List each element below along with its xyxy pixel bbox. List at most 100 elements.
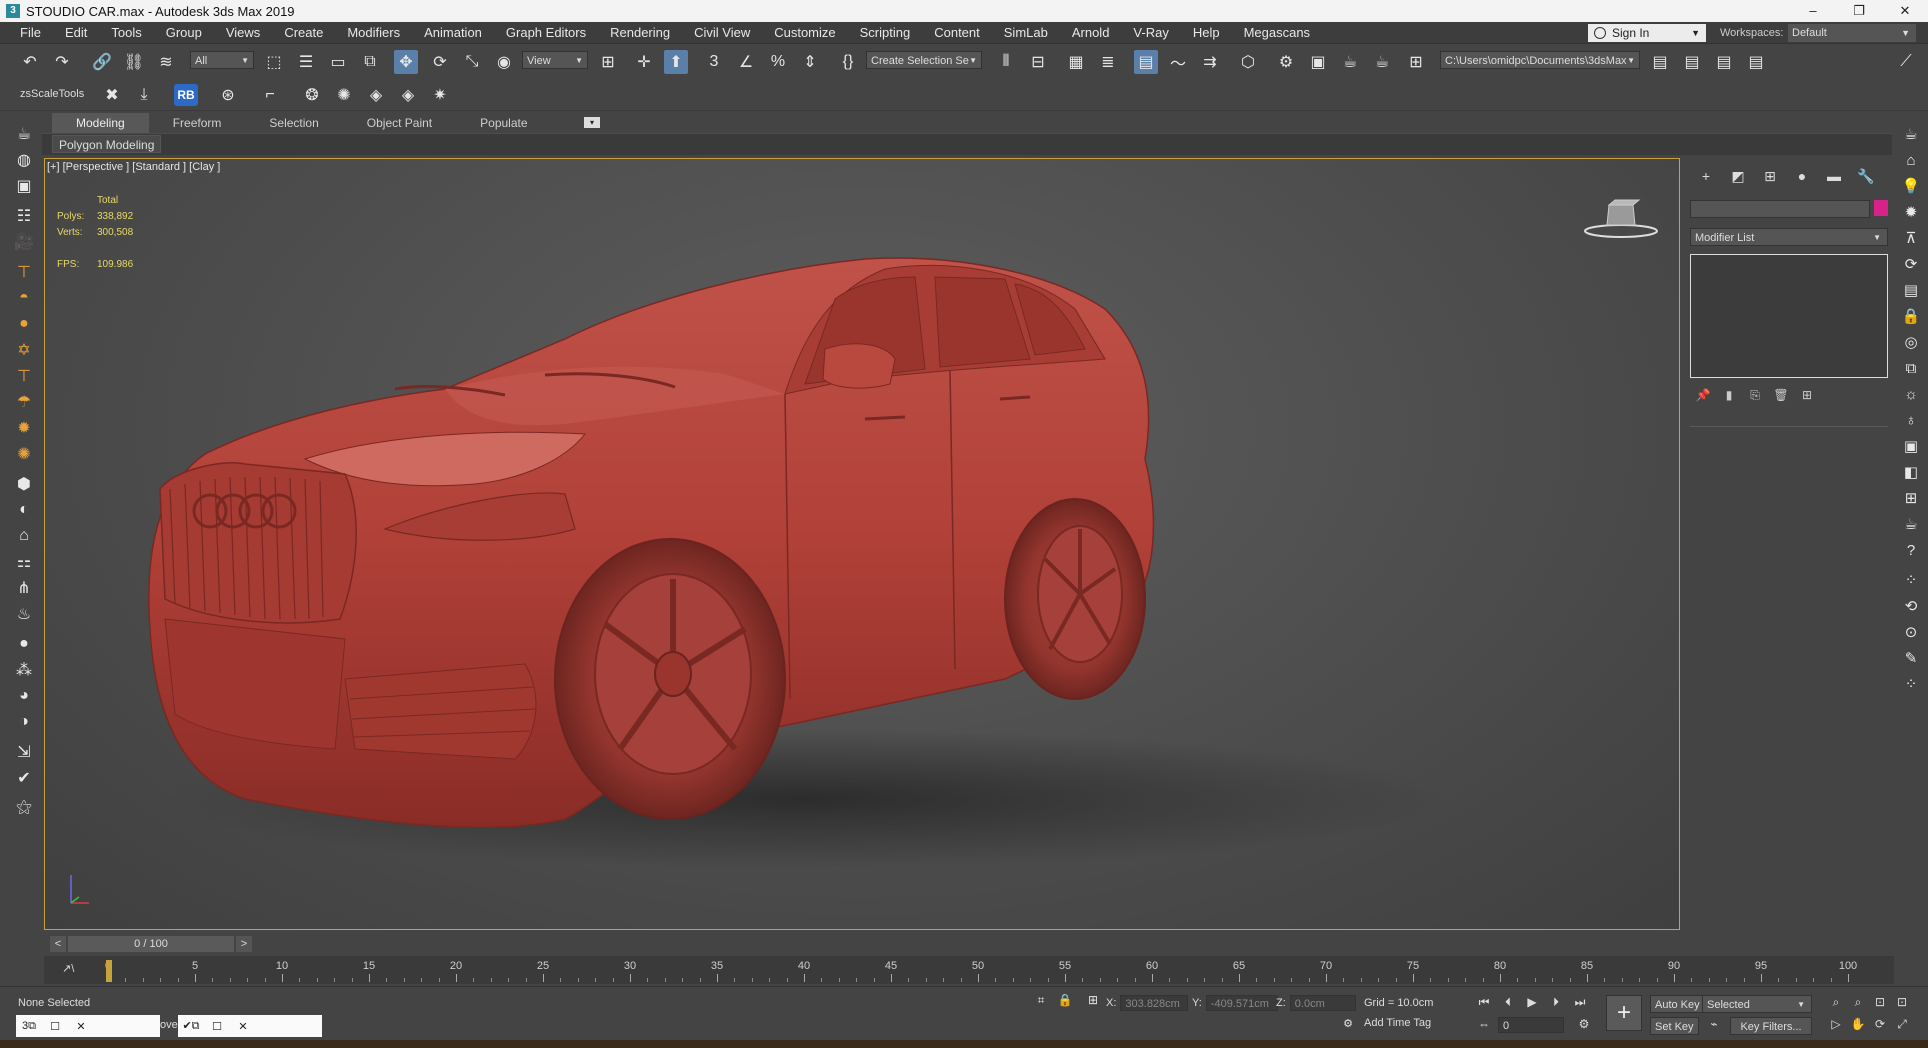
sign-in-dropdown[interactable]: Sign In ▼ <box>1588 24 1706 42</box>
manipulate-icon[interactable]: ✛ <box>632 50 656 74</box>
ribbon-options-icon[interactable]: ▾ <box>584 117 600 128</box>
maximize-viewport-icon[interactable]: ⤢ <box>1892 1015 1912 1033</box>
selection-lock-icon[interactable]: 🔒 <box>1056 991 1074 1009</box>
field-of-view-icon[interactable]: ▷ <box>1826 1015 1846 1033</box>
spot-light-icon[interactable]: ⊤ <box>12 261 36 283</box>
refresh-icon[interactable]: ⟳ <box>1899 253 1923 275</box>
remove-modifier-icon[interactable]: 🗑 <box>1768 386 1794 404</box>
render-elements-icon[interactable]: ◕ <box>12 685 36 707</box>
camera-icon[interactable]: ⌂ <box>1899 149 1923 171</box>
current-frame-marker[interactable] <box>106 960 112 982</box>
sphere-light-icon[interactable]: ● <box>12 313 36 335</box>
add-time-tag-button[interactable]: Add Time Tag <box>1364 1017 1431 1029</box>
orbit-icon[interactable]: ◎ <box>1899 331 1923 353</box>
project-create-icon[interactable]: ▤ <box>1680 50 1704 74</box>
menu-scripting[interactable]: Scripting <box>848 22 923 44</box>
absolute-mode-icon[interactable]: ⊞ <box>1084 991 1102 1009</box>
grass-icon[interactable]: ⋔ <box>12 577 36 599</box>
menu-civil-view[interactable]: Civil View <box>682 22 762 44</box>
modifier-stack[interactable] <box>1690 254 1888 378</box>
layers-icon[interactable]: ⧉ <box>1899 357 1923 379</box>
y-field[interactable]: -409.571cm <box>1205 995 1278 1011</box>
go-to-start-icon[interactable]: ⏮ <box>1474 993 1494 1011</box>
hierarchy-tab-icon[interactable]: ⊞ <box>1754 166 1786 186</box>
menu-animation[interactable]: Animation <box>412 22 494 44</box>
previous-frame-icon[interactable]: ⏴ <box>1498 993 1518 1011</box>
orbit-view-icon[interactable]: ⟳ <box>1870 1015 1890 1033</box>
render-setup-icon[interactable]: ⚙ <box>1274 50 1298 74</box>
export-icon[interactable]: ⇲ <box>12 741 36 763</box>
menu-edit[interactable]: Edit <box>53 22 99 44</box>
schematic-view-icon[interactable]: ⇉ <box>1198 50 1222 74</box>
project-set-icon[interactable]: ▤ <box>1648 50 1672 74</box>
maximize-task-icon[interactable]: ☐ <box>42 1020 68 1033</box>
render-activeshade-icon[interactable]: ☕ <box>1370 50 1394 74</box>
corner-tool-icon[interactable]: ⌐ <box>258 83 282 107</box>
select-and-move-icon[interactable]: ✥ <box>394 50 418 74</box>
toggle-scene-explorer-icon[interactable]: ▦ <box>1064 50 1088 74</box>
menu-simlab[interactable]: SimLab <box>992 22 1060 44</box>
cup-icon[interactable]: ☕ <box>1899 513 1923 535</box>
physical-camera-icon[interactable]: ⌂ <box>12 525 36 547</box>
material-editor-icon[interactable]: ⬡ <box>1236 50 1260 74</box>
key-mode-toggle-icon[interactable]: ⇔ <box>1474 1015 1494 1033</box>
render-iterative-icon[interactable]: ⊞ <box>1404 50 1428 74</box>
play-icon[interactable]: ▶ <box>1522 993 1542 1011</box>
frame-icon[interactable]: ▣ <box>1899 435 1923 457</box>
restore-button[interactable]: ❐ <box>1836 0 1882 22</box>
menu-help[interactable]: Help <box>1181 22 1232 44</box>
utilities-tab-icon[interactable]: 🔧 <box>1850 166 1882 186</box>
notes-icon[interactable]: ▤ <box>1899 279 1923 301</box>
pin-stack-icon[interactable]: 📌 <box>1690 386 1716 404</box>
taskbar-chip-max[interactable]: 3⧉ ☐ ✕ <box>16 1015 160 1037</box>
proxy-icon[interactable]: ⬢ <box>12 473 36 495</box>
menu-content[interactable]: Content <box>922 22 992 44</box>
select-and-rotate-icon[interactable]: ⟳ <box>428 50 452 74</box>
menu-rendering[interactable]: Rendering <box>598 22 682 44</box>
object-name-field[interactable] <box>1690 200 1870 218</box>
polygon-modeling-panel[interactable]: Polygon Modeling <box>52 135 162 153</box>
render-production-icon[interactable]: ☕ <box>1338 50 1362 74</box>
menu-create[interactable]: Create <box>272 22 335 44</box>
grid-icon[interactable]: ⊞ <box>1899 487 1923 509</box>
time-slider-next-button[interactable]: > <box>236 936 252 952</box>
import-icon[interactable]: ⤓ <box>132 83 156 107</box>
link-icon[interactable]: 🔗 <box>90 50 114 74</box>
zoom-extents-icon[interactable]: ⊡ <box>1870 993 1890 1011</box>
key-mode-dropdown[interactable]: Selected ▼ <box>1702 995 1812 1013</box>
reference-coordinate-dropdown[interactable]: View ▼ <box>522 51 588 69</box>
tab-object-paint[interactable]: Object Paint <box>343 113 456 133</box>
ies-light-icon[interactable]: ⊤ <box>12 365 36 387</box>
menu-customize[interactable]: Customize <box>762 22 847 44</box>
workspace-select[interactable]: Default ▼ <box>1788 24 1916 42</box>
unlink-icon[interactable]: ⛓ <box>122 50 146 74</box>
fire-icon[interactable]: ♨ <box>12 603 36 625</box>
edit-named-selection-icon[interactable]: {} <box>836 50 860 74</box>
isolate-selection-icon[interactable]: ⌗ <box>1032 991 1050 1009</box>
auto-key-button[interactable]: Auto Key <box>1650 995 1705 1013</box>
menu-vray[interactable]: V-Ray <box>1121 22 1180 44</box>
tab-selection[interactable]: Selection <box>245 113 342 133</box>
menu-modifiers[interactable]: Modifiers <box>335 22 412 44</box>
menu-views[interactable]: Views <box>214 22 272 44</box>
tab-freeform[interactable]: Freeform <box>149 113 246 133</box>
mini-curve-editor-icon[interactable]: ↗\ <box>62 962 74 975</box>
menu-graph-editors[interactable]: Graph Editors <box>494 22 598 44</box>
lightmix-icon[interactable]: ◑ <box>12 711 36 733</box>
close-task-icon[interactable]: ✕ <box>68 1020 94 1033</box>
keyboard-shortcut-override-icon[interactable]: ⬆ <box>664 50 688 74</box>
zoom-all-icon[interactable]: ⌕ <box>1848 993 1868 1011</box>
project-open-icon[interactable]: ▤ <box>1712 50 1736 74</box>
modifier-list-dropdown[interactable]: Modifier List ▼ <box>1690 228 1888 246</box>
rendered-frame-window-icon[interactable]: ▣ <box>1306 50 1330 74</box>
angle-snap-icon[interactable]: ∠ <box>734 50 758 74</box>
panel-icon[interactable]: ◧ <box>1899 461 1923 483</box>
key-tangent-icon[interactable]: ⌁ <box>1704 1015 1724 1033</box>
lock-icon[interactable]: 🔒 <box>1899 305 1923 327</box>
multi-material-icon[interactable]: ⁂ <box>12 659 36 681</box>
project-folder-dropdown[interactable]: C:\Users\omidpc\Documents\3dsMax ▼ <box>1440 51 1640 69</box>
sun-icon[interactable]: ✹ <box>12 417 36 439</box>
app-icon[interactable]: 3 <box>6 4 20 18</box>
time-configuration-icon[interactable]: ⚙ <box>1574 1015 1594 1033</box>
box-icon[interactable]: ▣ <box>12 175 36 197</box>
